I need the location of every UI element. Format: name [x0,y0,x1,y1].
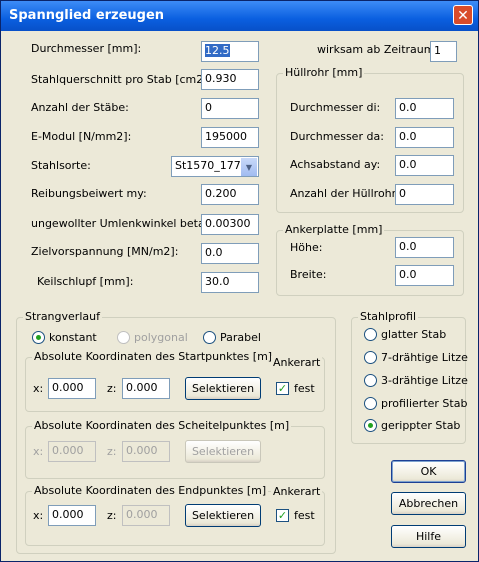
durchmesser-input[interactable]: 12.5 [201,41,259,62]
anzahl-huellrohre-input[interactable]: 0 [395,184,454,205]
start-x-input[interactable]: 0.000 [48,378,96,399]
querschnitt-input[interactable]: 0.930 [201,69,259,90]
strangverlauf-title: Strangverlauf [23,310,102,323]
end-x-label: x: [33,509,44,522]
strangverlauf-polygonal-label: polygonal [134,331,188,344]
dialog-title: Spannglied erzeugen [9,8,165,23]
scheitel-x-label: x: [33,445,44,458]
stahlprofil-3litze-radio[interactable] [364,374,377,387]
stahlprofil-profilierter-radio[interactable] [364,397,377,410]
endpunkt-title: Absolute Koordinaten des Endpunktes [m] [32,484,269,497]
start-x-label: x: [33,382,44,395]
ankerplatte-title: Ankerplatte [mm] [283,223,385,236]
emodul-label: E-Modul [N/mm2]: [31,130,132,143]
scheitel-selektieren-button[interactable]: Selektieren [185,440,261,463]
reibung-label: Reibungsbeiwert my: [31,187,147,200]
stahlprofil-gerippter-label: gerippter Stab [381,419,461,432]
ok-button[interactable]: OK [391,460,466,483]
stahlprofil-7litze-radio[interactable] [364,351,377,364]
zielvor-input[interactable]: 0.0 [201,243,259,264]
zeitraum-label: wirksam ab Zeitraum: [317,43,439,56]
end-z-label: z: [107,509,117,522]
anzahl-input[interactable]: 0 [201,98,259,119]
zielvor-label: Zielvorspannung [MN/m2]: [31,245,179,258]
achsabstand-label: Achsabstand ay: [290,158,381,171]
stahlprofil-glatter-radio[interactable] [364,328,377,341]
breite-label: Breite: [290,268,327,281]
durchmesser-da-label: Durchmesser da: [290,130,384,143]
stahlprofil-3litze-label: 3-drähtige Litze [381,374,468,387]
strangverlauf-parabel-radio[interactable] [203,331,216,344]
hoehe-label: Höhe: [290,241,323,254]
strangverlauf-polygonal-radio[interactable] [117,331,130,344]
keil-input[interactable]: 30.0 [201,272,259,293]
stahlsorte-label: Stahlsorte: [31,159,91,172]
close-icon: ✕ [457,8,469,24]
stahlprofil-glatter-label: glatter Stab [381,328,447,341]
start-fest-checkbox[interactable]: ✓ [276,382,289,395]
strangverlauf-parabel-label: Parabel [220,331,261,344]
end-selektieren-button[interactable]: Selektieren [185,504,261,527]
chevron-down-icon[interactable]: ▼ [240,158,257,176]
close-button[interactable]: ✕ [453,5,473,25]
strangverlauf-konstant-label: konstant [49,331,97,344]
stahlprofil-title: Stahlprofil [358,310,419,323]
durchmesser-label: Durchmesser [mm]: [31,42,142,55]
start-fest-label: fest [294,382,315,395]
stahlprofil-gerippter-radio[interactable] [364,419,377,432]
anzahl-huellrohre-label: Anzahl der Hüllrohre: [290,187,407,200]
emodul-input[interactable]: 195000 [201,127,259,148]
scheitel-z-label: z: [107,445,117,458]
stahlsorte-select[interactable]: St1570_1770 ▼ [171,156,259,177]
durchmesser-di-input[interactable]: 0.0 [395,98,454,119]
keil-label: Keilschlupf [mm]: [37,275,134,288]
scheitelpunkt-title: Absolute Koordinaten des Scheitelpunktes… [32,419,292,432]
anzahl-label: Anzahl der Stäbe: [31,101,129,114]
zeitraum-input[interactable]: 1 [430,41,457,62]
achsabstand-input[interactable]: 0.0 [395,155,454,176]
end-x-input[interactable]: 0.000 [48,505,96,526]
strangverlauf-konstant-radio[interactable] [32,331,45,344]
dialog-window: Spannglied erzeugen ✕ Durchmesser [mm]: … [0,0,479,562]
startpunkt-title: Absolute Koordinaten des Startpunktes [m… [32,350,275,363]
stahlprofil-7litze-label: 7-drähtige Litze [381,351,468,364]
title-bar[interactable]: Spannglied erzeugen ✕ [1,1,478,31]
end-ankerart-label: Ankerart [271,485,323,498]
end-fest-checkbox[interactable]: ✓ [276,509,289,522]
querschnitt-label: Stahlquerschnitt pro Stab [cm2]: [31,73,212,86]
reibung-input[interactable]: 0.200 [201,184,259,205]
breite-input[interactable]: 0.0 [395,265,454,286]
start-z-input[interactable]: 0.000 [122,378,170,399]
end-fest-label: fest [294,509,315,522]
durchmesser-da-input[interactable]: 0.0 [395,127,454,148]
hilfe-button[interactable]: Hilfe [391,525,466,548]
stahlprofil-profilierter-label: profilierter Stab [381,397,468,410]
scheitel-z-input[interactable]: 0.000 [122,441,170,462]
start-selektieren-button[interactable]: Selektieren [185,377,261,400]
hoehe-input[interactable]: 0.0 [395,237,454,258]
start-z-label: z: [107,382,117,395]
huellrohr-title: Hüllrohr [mm] [283,66,365,79]
abbrechen-button[interactable]: Abbrechen [391,492,466,515]
end-z-input[interactable]: 0.000 [122,505,170,526]
durchmesser-di-label: Durchmesser di: [290,101,381,114]
start-ankerart-label: Ankerart [271,356,323,369]
umlenk-label: ungewollter Umlenkwinkel beta: [31,217,209,230]
umlenk-input[interactable]: 0.00300 [201,214,259,235]
scheitel-x-input[interactable]: 0.000 [48,441,96,462]
